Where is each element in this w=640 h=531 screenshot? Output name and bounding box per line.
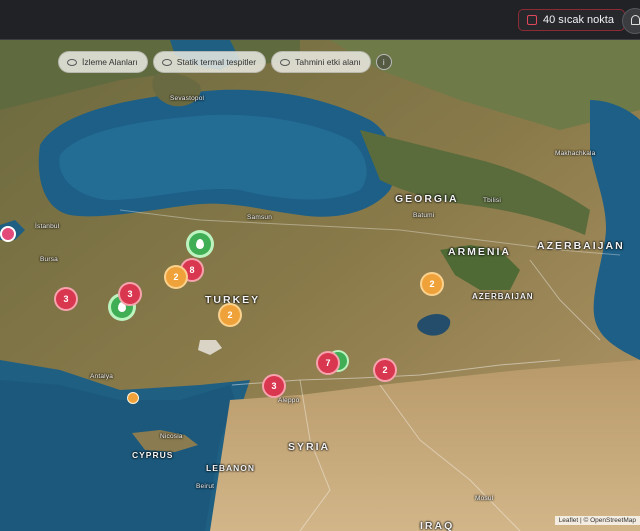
country-label-syria: SYRIA [288, 441, 331, 453]
top-bar: 40 sıcak nokta [0, 0, 640, 40]
alert-square-icon [527, 15, 537, 25]
hotspot-marker[interactable] [127, 392, 139, 404]
city-label-aleppo: Aleppo [278, 397, 300, 404]
country-label-cyprus: CYPRUS [132, 450, 174, 460]
cluster-marker[interactable]: 3 [118, 282, 142, 306]
cluster-marker[interactable]: 3 [54, 287, 78, 311]
water-drop-icon [196, 239, 204, 249]
filter-impact-area[interactable]: Tahmini etki alanı [271, 51, 371, 73]
layer-filter-bar: İzleme Alanları Statik termal tespitler … [58, 51, 392, 73]
country-label-azerbaijan: AZERBAIJAN [537, 240, 625, 252]
country-label-azerbaijan-exclave: AZERBAIJAN [472, 292, 534, 301]
filter-label: İzleme Alanları [82, 57, 138, 67]
eye-icon [161, 58, 172, 66]
map-canvas[interactable]: Sevastopol GEORGIA Tbilisi Batumi Makhac… [0, 40, 640, 531]
eye-off-icon [280, 58, 291, 66]
cluster-marker[interactable]: 7 [316, 351, 340, 375]
city-label-sevastopol: Sevastopol [170, 95, 205, 102]
cluster-marker[interactable]: 2 [164, 265, 188, 289]
country-label-lebanon: LEBANON [206, 463, 256, 473]
country-label-armenia: ARMENIA [448, 246, 511, 258]
city-label-mosul: Mosul [475, 495, 494, 502]
filter-label: Tahmini etki alanı [295, 57, 361, 67]
filter-static-thermal[interactable]: Statik termal tespitler [152, 51, 267, 73]
city-label-beirut: Beirut [196, 483, 215, 490]
green-cluster-marker[interactable] [186, 230, 214, 258]
country-label-iraq: IRAQ [420, 520, 455, 531]
satellite-basemap [0, 40, 640, 531]
hotspot-count-label: 40 sıcak nokta [543, 14, 614, 26]
cluster-marker[interactable]: 3 [262, 374, 286, 398]
eye-icon [67, 58, 77, 66]
country-label-georgia: GEORGIA [395, 193, 459, 205]
city-label-batumi: Batumi [413, 212, 435, 219]
filter-monitoring-areas[interactable]: İzleme Alanları [58, 51, 148, 73]
city-label-tbilisi: Tbilisi [483, 197, 502, 204]
city-label-makhachkala: Makhachkala [555, 150, 596, 157]
hotspot-marker[interactable] [0, 226, 16, 242]
map-attribution[interactable]: Leaflet | © OpenStreetMap [554, 516, 640, 525]
info-icon[interactable]: i [375, 54, 392, 70]
filter-label: Statik termal tespitler [176, 57, 257, 67]
cluster-marker[interactable]: 2 [420, 272, 444, 296]
city-label-antalya: Antalya [90, 373, 114, 380]
notifications-button[interactable] [622, 8, 640, 34]
city-label-samsun: Samsun [247, 214, 273, 221]
city-label-bursa: Bursa [40, 256, 58, 263]
bell-icon [631, 15, 640, 25]
hotspot-count-button[interactable]: 40 sıcak nokta [518, 9, 625, 31]
cluster-marker[interactable]: 2 [373, 358, 397, 382]
city-label-istanbul: İstanbul [35, 223, 60, 230]
cluster-marker[interactable]: 2 [218, 303, 242, 327]
city-label-nicosia: Nicosia [160, 433, 183, 440]
